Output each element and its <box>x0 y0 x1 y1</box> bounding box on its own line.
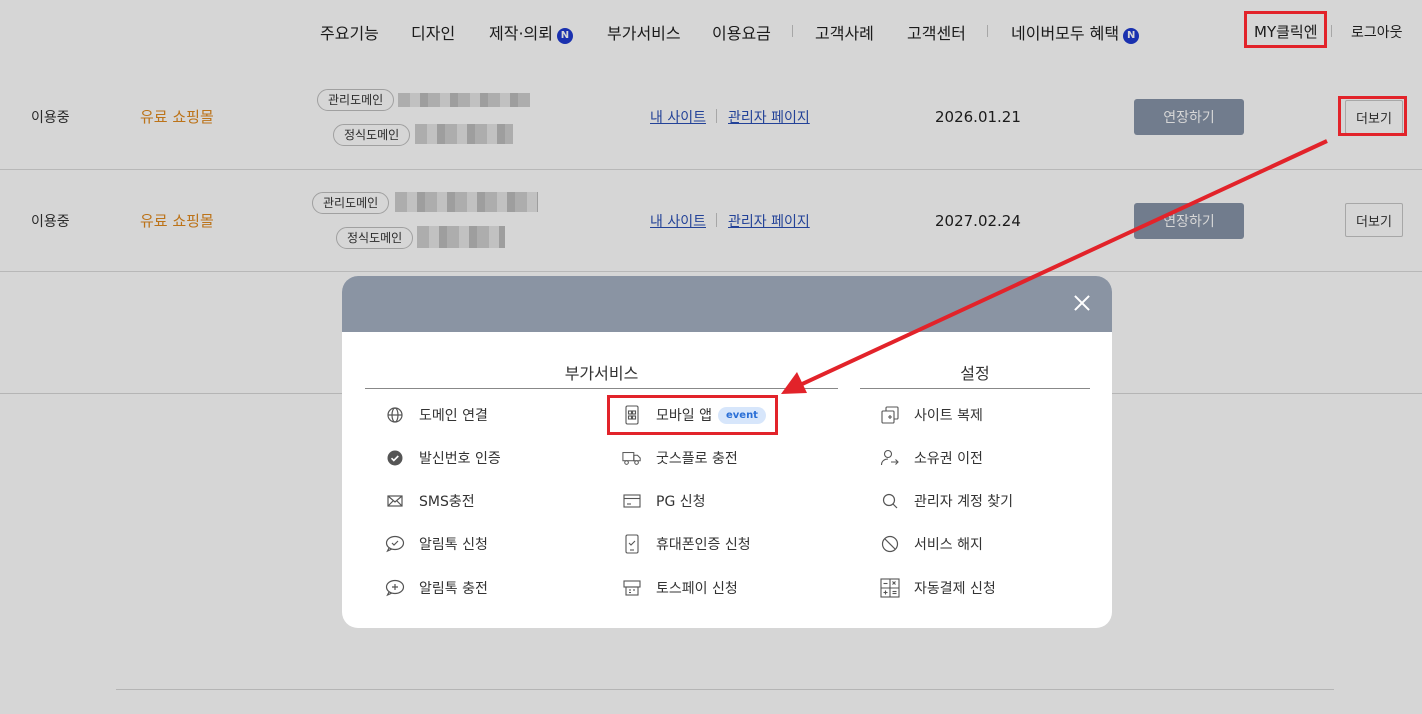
truck-icon <box>622 448 642 468</box>
menu-label: 알림톡 신청 <box>419 537 488 553</box>
modal-header <box>342 276 1112 332</box>
settings-section-underline <box>860 388 1090 389</box>
menu-label: 발신번호 인증 <box>419 451 501 467</box>
menu-label: 관리자 계정 찾기 <box>914 494 1014 510</box>
addon-section-underline <box>365 388 838 389</box>
menu-label: 도메인 연결 <box>419 408 488 424</box>
menu-alimtalk-charge[interactable]: 알림톡 충전 <box>385 576 488 600</box>
card-icon <box>622 491 642 511</box>
menu-alimtalk-apply[interactable]: 알림톡 신청 <box>385 532 488 556</box>
menu-label: 알림톡 충전 <box>419 581 488 597</box>
globe-icon <box>385 405 405 425</box>
copy-icon <box>880 405 900 425</box>
menu-find-admin-account[interactable]: 관리자 계정 찾기 <box>880 489 1013 513</box>
chat-check-icon <box>385 534 405 554</box>
ban-icon <box>880 534 900 554</box>
phone-check-icon <box>622 534 642 554</box>
menu-site-copy[interactable]: 사이트 복제 <box>880 403 983 427</box>
menu-label: 소유권 이전 <box>914 451 983 467</box>
menu-sender-verify[interactable]: 발신번호 인증 <box>385 446 501 470</box>
calculator-icon <box>880 578 900 598</box>
highlight-more-button <box>1338 96 1407 136</box>
menu-auto-payment[interactable]: 자동결제 신청 <box>880 576 996 600</box>
user-transfer-icon <box>880 448 900 468</box>
settings-section-title: 설정 <box>960 364 990 383</box>
menu-sms-charge[interactable]: SMS충전 <box>385 489 475 513</box>
search-icon <box>880 491 900 511</box>
envelope-icon <box>385 491 405 511</box>
highlight-my-clicken <box>1244 11 1327 48</box>
pos-terminal-icon <box>622 578 642 598</box>
menu-label: 굿스플로 충전 <box>656 451 738 467</box>
addon-section-title: 부가서비스 <box>564 364 639 383</box>
verified-check-icon <box>385 448 405 468</box>
menu-label: 사이트 복제 <box>914 408 983 424</box>
menu-label: 자동결제 신청 <box>914 581 996 597</box>
chat-plus-icon <box>385 578 405 598</box>
close-icon[interactable] <box>1068 290 1096 318</box>
more-options-modal: 부가서비스 설정 도메인 연결 발신번호 인증 SMS충전 알림톡 신청 알림톡… <box>342 276 1112 628</box>
menu-pg-apply[interactable]: PG 신청 <box>622 489 706 513</box>
menu-label: 휴대폰인증 신청 <box>656 537 751 553</box>
menu-ownership-transfer[interactable]: 소유권 이전 <box>880 446 983 470</box>
menu-domain-connect[interactable]: 도메인 연결 <box>385 403 488 427</box>
menu-label: 서비스 해지 <box>914 537 983 553</box>
menu-label: SMS충전 <box>419 494 475 510</box>
menu-label: PG 신청 <box>656 494 706 510</box>
menu-goodsflow-charge[interactable]: 굿스플로 충전 <box>622 446 738 470</box>
menu-phone-verify[interactable]: 휴대폰인증 신청 <box>622 532 751 556</box>
menu-tosspay-apply[interactable]: 토스페이 신청 <box>622 576 738 600</box>
menu-label: 토스페이 신청 <box>656 581 738 597</box>
menu-service-cancel[interactable]: 서비스 해지 <box>880 532 983 556</box>
highlight-mobile-app <box>607 395 778 435</box>
